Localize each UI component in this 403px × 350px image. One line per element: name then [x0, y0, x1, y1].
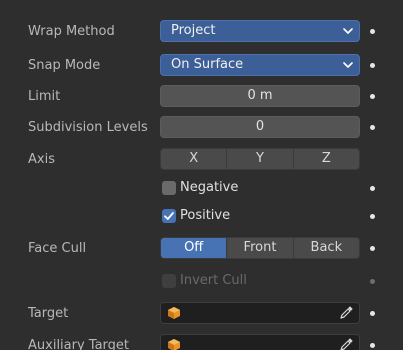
positive-label: Positive — [180, 208, 231, 223]
animate-dot-icon[interactable] — [370, 186, 375, 191]
animate-dot-icon[interactable] — [370, 94, 375, 99]
negative-label: Negative — [180, 180, 239, 195]
auxiliary-target-object-field[interactable] — [160, 334, 360, 350]
animate-dot-icon[interactable] — [370, 214, 375, 219]
face-cull-back-button[interactable]: Back — [293, 238, 359, 258]
shrinkwrap-modifier-panel: Wrap Method Project Snap Mode On Surface… — [0, 0, 403, 350]
checkbox-box — [162, 181, 176, 195]
row-axis: Axis X Y Z — [0, 148, 403, 172]
axis-toggle-group: X Y Z — [160, 148, 360, 170]
chevron-down-icon — [343, 62, 353, 68]
chevron-down-icon — [343, 28, 353, 34]
row-subdivision-levels: Subdivision Levels 0 — [0, 116, 403, 140]
row-wrap-method: Wrap Method Project — [0, 20, 403, 44]
eyedropper-icon[interactable] — [339, 338, 353, 350]
snap-mode-dropdown[interactable]: On Surface — [160, 54, 360, 76]
animate-dot-icon[interactable] — [370, 125, 375, 130]
row-positive: Positive — [0, 205, 403, 229]
axis-label: Axis — [28, 152, 55, 167]
face-cull-label: Face Cull — [28, 241, 87, 256]
animate-dot-icon[interactable] — [370, 246, 375, 251]
row-snap-mode: Snap Mode On Surface — [0, 54, 403, 78]
row-limit: Limit 0 m — [0, 85, 403, 109]
animate-dot-icon[interactable] — [370, 311, 375, 316]
snap-mode-value: On Surface — [171, 57, 244, 72]
limit-field[interactable]: 0 m — [160, 85, 360, 107]
target-label: Target — [28, 306, 69, 321]
axis-y-toggle[interactable]: Y — [227, 149, 293, 169]
checkmark-icon — [164, 212, 174, 220]
animate-dot-icon[interactable] — [370, 29, 375, 34]
checkbox-box-checked — [162, 209, 176, 223]
axis-x-toggle[interactable]: X — [161, 149, 227, 169]
row-invert-cull: Invert Cull — [0, 270, 403, 294]
wrap-method-dropdown[interactable]: Project — [160, 20, 360, 42]
invert-cull-label: Invert Cull — [180, 273, 247, 288]
animate-dot-icon — [370, 279, 375, 284]
face-cull-front-button[interactable]: Front — [227, 238, 293, 258]
eyedropper-icon[interactable] — [339, 306, 353, 320]
limit-label: Limit — [28, 89, 61, 104]
snap-mode-label: Snap Mode — [28, 58, 101, 73]
animate-dot-icon[interactable] — [370, 343, 375, 348]
axis-z-toggle[interactable]: Z — [293, 149, 359, 169]
wrap-method-label: Wrap Method — [28, 24, 115, 39]
subdivision-levels-field[interactable]: 0 — [160, 116, 360, 138]
checkbox-box — [162, 274, 176, 288]
row-auxiliary-target: Auxiliary Target — [0, 334, 403, 350]
row-face-cull: Face Cull Off Front Back — [0, 237, 403, 261]
subdivision-levels-label: Subdivision Levels — [28, 120, 148, 135]
wrap-method-value: Project — [171, 23, 216, 38]
row-target: Target — [0, 302, 403, 326]
target-object-field[interactable] — [160, 302, 360, 324]
mesh-cube-icon — [168, 307, 180, 319]
face-cull-off-button[interactable]: Off — [161, 238, 227, 258]
row-negative: Negative — [0, 177, 403, 201]
animate-dot-icon[interactable] — [370, 63, 375, 68]
auxiliary-target-label: Auxiliary Target — [28, 338, 130, 350]
face-cull-toggle-group: Off Front Back — [160, 237, 360, 259]
mesh-cube-icon — [168, 339, 180, 350]
